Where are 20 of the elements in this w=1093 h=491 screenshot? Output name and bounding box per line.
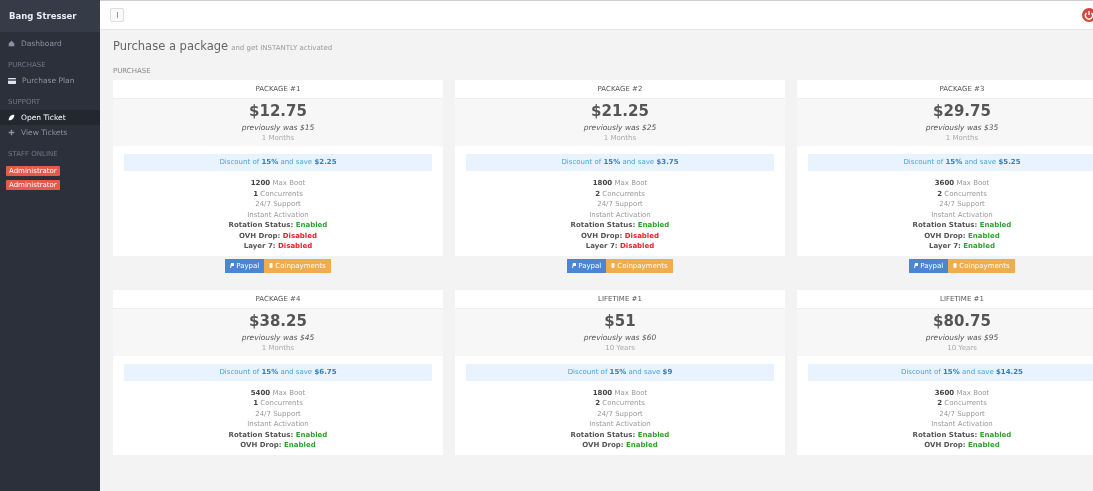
price: $80.75 — [932, 312, 992, 330]
p-logo-icon — [914, 263, 919, 268]
p-logo-icon — [572, 263, 577, 268]
card-icon — [8, 77, 16, 84]
coin-icon — [611, 263, 616, 268]
price: $21.25 — [590, 103, 650, 120]
p-logo-icon — [230, 263, 235, 268]
page-title: Purchase a package — [113, 39, 229, 53]
price: $51 — [603, 312, 637, 330]
coin-icon — [269, 263, 274, 268]
sidebar-toggle-button[interactable] — [110, 8, 124, 22]
brand-title: Bang Stresser — [0, 0, 100, 32]
price: $38.25 — [248, 312, 308, 330]
price: $12.75 — [248, 103, 308, 120]
leaf-icon — [8, 114, 15, 121]
plus-icon — [8, 129, 15, 136]
price: $29.75 — [932, 103, 992, 120]
home-icon — [8, 40, 15, 47]
power-icon[interactable] — [1082, 8, 1093, 22]
coin-icon — [953, 263, 958, 268]
